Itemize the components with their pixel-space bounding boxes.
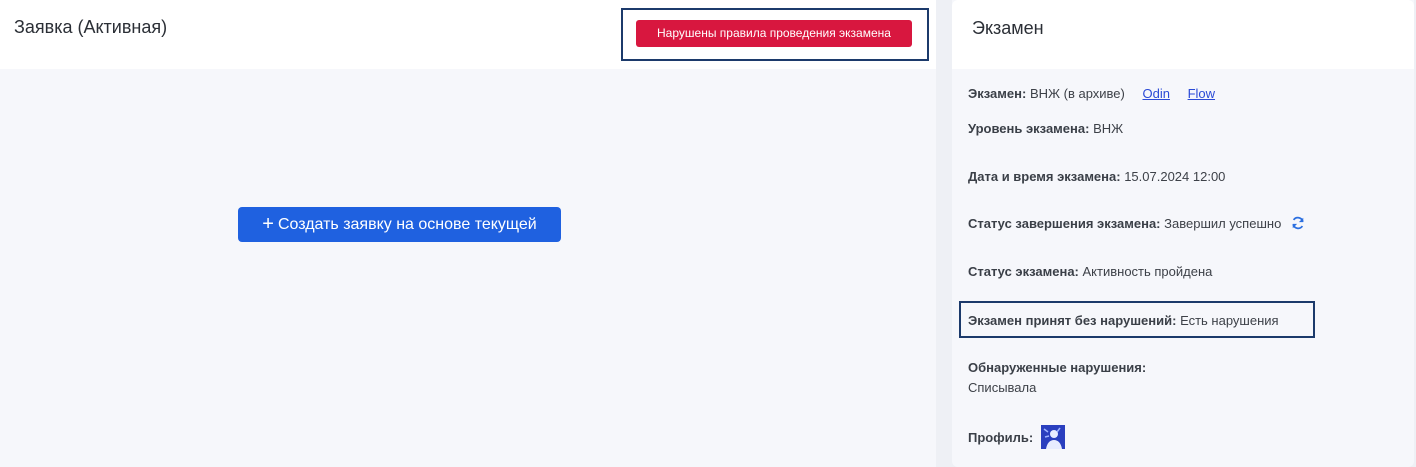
create-request-label: Создать заявку на основе текущей [277,216,537,233]
create-request-button[interactable]: + Создать заявку на основе текущей [238,207,561,242]
exam-label: Экзамен: [968,86,1027,101]
status-label: Статус экзамена: [968,264,1079,279]
level-label: Уровень экзамена: [968,121,1090,136]
request-header: Заявка (Активная) Нарушены правила прове… [0,0,936,69]
exam-value: ВНЖ (в архиве) [1029,86,1125,101]
request-title: Заявка (Активная) [14,17,168,37]
level-field: Уровень экзамена: ВНЖ [968,121,1123,136]
status-field: Статус экзамена: Активность пройдена [968,264,1212,279]
exam-field: Экзамен: ВНЖ (в архиве) Odin Flow [968,86,1215,101]
profile-label: Профиль: [968,430,1034,445]
completion-label: Статус завершения экзамена: [968,216,1161,231]
violation-button[interactable]: Нарушены правила проведения экзамена [636,20,912,47]
violations-value: Списывала [968,380,1037,395]
exam-panel: Экзамен Экзамен: ВНЖ (в архиве) Odin Flo… [952,0,1414,467]
datetime-label: Дата и время экзамена: [968,169,1121,184]
completion-value: Завершил успешно [1164,216,1282,231]
datetime-value: 15.07.2024 12:00 [1124,169,1226,184]
accepted-value: Есть нарушения [1180,313,1279,328]
request-panel: Заявка (Активная) Нарушены правила прове… [0,0,936,467]
accepted-label: Экзамен принят без нарушений: [968,313,1177,328]
exam-title: Экзамен [972,18,1044,38]
odin-link[interactable]: Odin [1142,86,1169,101]
violations-field: Обнаруженные нарушения: Списывала [968,360,1146,395]
status-value: Активность пройдена [1082,264,1213,279]
datetime-field: Дата и время экзамена: 15.07.2024 12:00 [968,169,1225,184]
exam-header: Экзамен [952,0,1414,69]
level-value: ВНЖ [1093,121,1124,136]
violations-label: Обнаруженные нарушения: [968,360,1147,375]
flow-link[interactable]: Flow [1188,86,1215,101]
accepted-field: Экзамен принят без нарушений: Есть наруш… [968,313,1279,328]
plus-icon: + [262,213,274,235]
completion-field: Статус завершения экзамена: Завершил усп… [968,216,1305,233]
profile-avatar-icon[interactable] [1040,425,1065,449]
refresh-icon[interactable] [1291,216,1305,233]
profile-field: Профиль: [968,425,1065,449]
